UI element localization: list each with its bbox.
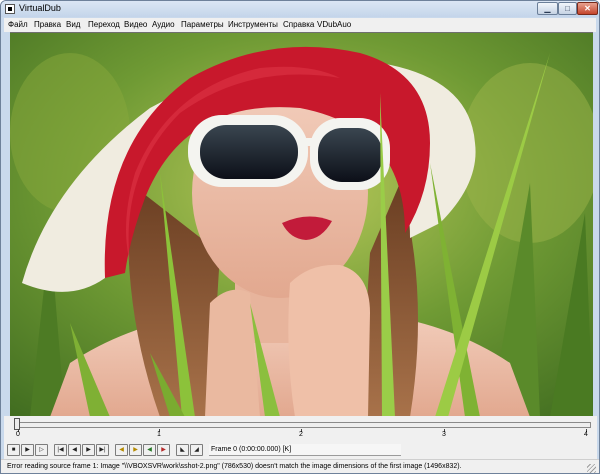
timeline-tick-label: 2: [299, 431, 303, 438]
step-back-icon: ◀: [72, 447, 77, 453]
step-forward-icon: ▶: [86, 447, 91, 453]
menu-video[interactable]: Видео: [124, 20, 147, 29]
stop-button[interactable]: ■: [7, 444, 20, 456]
menu-edit[interactable]: Правка: [34, 20, 61, 29]
mark-out-icon: ◢: [194, 447, 199, 453]
menu-view[interactable]: Вид: [66, 20, 80, 29]
stop-icon: ■: [11, 447, 16, 453]
key-prev-icon: ◀: [119, 447, 124, 453]
menu-vdubauo[interactable]: VDubAuo: [317, 20, 351, 29]
key-prev-button[interactable]: ◀: [115, 444, 128, 456]
timeline-track[interactable]: [15, 422, 591, 428]
app-icon[interactable]: [5, 4, 15, 14]
timeline-tick-label: 4: [584, 431, 588, 438]
timeline-tick-label: 1: [157, 431, 161, 438]
menu-options[interactable]: Параметры: [181, 20, 224, 29]
play-input-icon: ▶: [25, 447, 30, 453]
scene-next-icon: ▶: [161, 447, 166, 453]
minimize-button[interactable]: ▁: [537, 2, 558, 15]
go-end-button[interactable]: ▶|: [96, 444, 109, 456]
step-forward-button[interactable]: ▶: [82, 444, 95, 456]
control-panel: 0 1 2 3 4 ■ ▶ ▷ |◀ ◀ ▶ ▶| ◀ ▶ ◀ ▶ ◣ ◢ Fr…: [4, 416, 597, 459]
mark-in-icon: ◣: [180, 447, 185, 453]
menu-tools[interactable]: Инструменты: [228, 20, 278, 29]
go-start-button[interactable]: |◀: [54, 444, 67, 456]
menu-bar: Файл Правка Вид Переход Видео Аудио Пара…: [4, 18, 596, 32]
key-next-button[interactable]: ▶: [129, 444, 142, 456]
video-frame-image: [10, 33, 593, 416]
status-bar: Error reading source frame 1: Image "\\V…: [1, 459, 599, 473]
status-message: Error reading source frame 1: Image "\\V…: [7, 463, 462, 470]
timeline-tick-label: 0: [16, 431, 20, 438]
play-input-button[interactable]: ▶: [21, 444, 34, 456]
menu-file[interactable]: Файл: [8, 20, 28, 29]
menu-audio[interactable]: Аудио: [152, 20, 175, 29]
menu-go[interactable]: Переход: [88, 20, 120, 29]
close-button[interactable]: ✕: [577, 2, 598, 15]
scene-prev-icon: ◀: [147, 447, 152, 453]
go-end-icon: ▶|: [99, 447, 106, 453]
video-preview-pane[interactable]: [10, 32, 593, 416]
virtualdub-window: VirtualDub ▁ □ ✕ Файл Правка Вид Переход…: [0, 0, 600, 474]
play-output-icon: ▷: [39, 447, 44, 453]
play-output-button[interactable]: ▷: [35, 444, 48, 456]
scene-prev-button[interactable]: ◀: [143, 444, 156, 456]
scene-next-button[interactable]: ▶: [157, 444, 170, 456]
timeline-slider-thumb[interactable]: [14, 418, 20, 430]
mark-out-button[interactable]: ◢: [190, 444, 203, 456]
mark-in-button[interactable]: ◣: [176, 444, 189, 456]
go-start-icon: |◀: [57, 447, 64, 453]
title-bar[interactable]: VirtualDub ▁ □ ✕: [1, 1, 599, 17]
resize-grip-icon[interactable]: [587, 464, 596, 473]
key-next-icon: ▶: [133, 447, 138, 453]
maximize-button[interactable]: □: [558, 2, 577, 15]
timeline-tick-label: 3: [442, 431, 446, 438]
frame-info: Frame 0 (0:00:00.000) [K]: [209, 444, 401, 456]
window-title: VirtualDub: [19, 3, 61, 13]
step-back-button[interactable]: ◀: [68, 444, 81, 456]
menu-help[interactable]: Справка: [283, 20, 314, 29]
